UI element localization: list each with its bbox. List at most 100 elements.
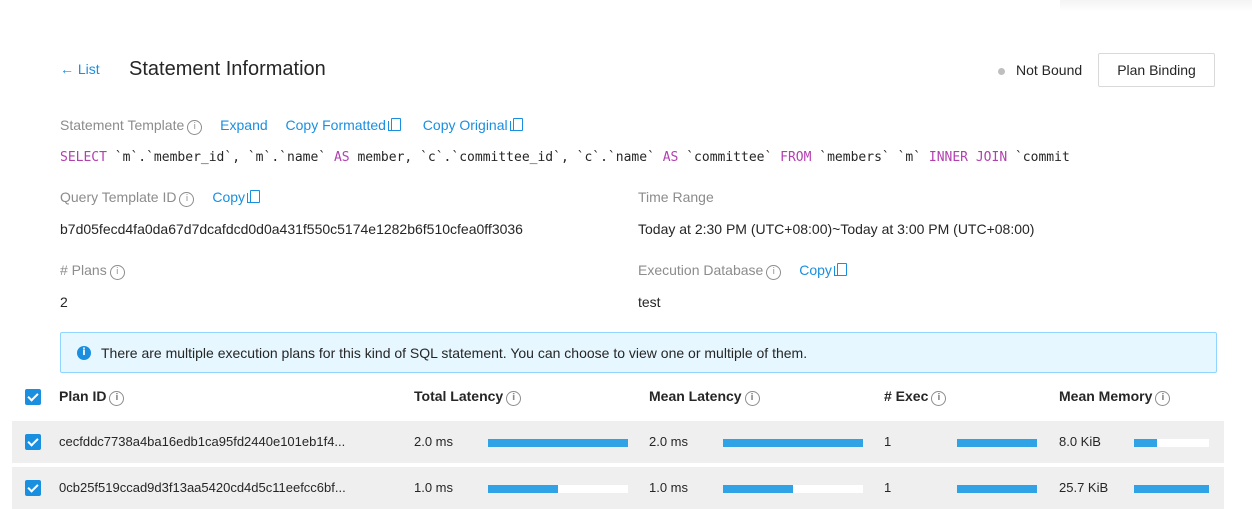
bar-fill bbox=[1134, 439, 1158, 447]
exec-bar bbox=[957, 485, 1037, 493]
info-icon: i bbox=[77, 346, 91, 360]
sql-keyword: INNER bbox=[928, 150, 969, 165]
sql-token: `m` bbox=[897, 150, 922, 165]
info-icon[interactable]: i bbox=[187, 120, 203, 135]
query-template-id-header: Query Template ID i Copy bbox=[60, 189, 261, 207]
copy-query-id-link[interactable]: Copy bbox=[212, 189, 261, 205]
status-dot-icon bbox=[998, 68, 1005, 75]
total-latency-bar bbox=[488, 485, 628, 493]
total-latency-cell: 1.0 ms bbox=[414, 480, 454, 495]
column-header-plan-id[interactable]: Plan ID i bbox=[59, 388, 125, 406]
exec-bar bbox=[957, 439, 1037, 447]
sql-token: `commit bbox=[1014, 150, 1070, 165]
select-all-checkbox[interactable] bbox=[25, 389, 41, 405]
query-template-id-label: Query Template ID bbox=[60, 189, 177, 205]
top-shadow bbox=[1060, 0, 1252, 12]
exec-cell: 1 bbox=[884, 434, 892, 449]
info-icon[interactable]: i bbox=[744, 391, 760, 406]
row-checkbox[interactable] bbox=[25, 434, 41, 450]
execution-database-value: test bbox=[638, 294, 661, 310]
bar-fill bbox=[957, 439, 1037, 447]
plans-label: # Plans bbox=[60, 262, 107, 278]
mean-latency-bar bbox=[723, 439, 863, 447]
sql-token: `committee` bbox=[686, 150, 773, 165]
row-checkbox[interactable] bbox=[25, 480, 41, 496]
plans-value: 2 bbox=[60, 294, 68, 310]
column-header-mean-memory[interactable]: Mean Memory i bbox=[1059, 388, 1171, 406]
execution-database-header: Execution Database i Copy bbox=[638, 262, 847, 280]
back-to-list-link[interactable]: ← List bbox=[60, 61, 100, 77]
page-title: Statement Information bbox=[129, 58, 326, 80]
mean-latency-cell: 2.0 ms bbox=[649, 434, 689, 449]
execution-database-label: Execution Database bbox=[638, 262, 764, 278]
info-icon[interactable]: i bbox=[109, 265, 125, 280]
info-icon[interactable]: i bbox=[506, 391, 522, 406]
copy-formatted-link[interactable]: Copy Formatted bbox=[286, 117, 401, 133]
info-icon[interactable]: i bbox=[109, 391, 125, 406]
multiple-plans-alert: i There are multiple execution plans for… bbox=[60, 332, 1217, 373]
expand-link[interactable]: Expand bbox=[220, 117, 267, 133]
plans-header: # Plans i bbox=[60, 262, 125, 280]
mean-latency-cell: 1.0 ms bbox=[649, 480, 689, 495]
mean-memory-bar bbox=[1134, 439, 1209, 447]
mean-latency-bar bbox=[723, 485, 863, 493]
info-icon[interactable]: i bbox=[1155, 391, 1171, 406]
bar-fill bbox=[488, 439, 628, 447]
sql-keyword: AS bbox=[333, 150, 350, 165]
info-icon[interactable]: i bbox=[766, 265, 782, 280]
bar-fill bbox=[723, 485, 793, 493]
mean-memory-bar bbox=[1134, 485, 1209, 493]
bound-status: Not Bound bbox=[1016, 62, 1083, 78]
sql-keyword: FROM bbox=[780, 150, 812, 165]
statement-template-header: Statement Template i Expand Copy Formatte… bbox=[60, 117, 523, 135]
sql-token: `m`.`name` bbox=[247, 150, 327, 165]
query-template-id-value: b7d05fecd4fa0da67d7dcafdcd0d0a431f550c51… bbox=[60, 221, 523, 237]
info-icon[interactable]: i bbox=[931, 391, 947, 406]
mean-memory-cell: 25.7 KiB bbox=[1059, 480, 1109, 495]
exec-cell: 1 bbox=[884, 480, 892, 495]
plan-id-cell: cecfddc7738a4ba16edb1ca95fd2440e101eb1f4… bbox=[59, 434, 346, 449]
plan-binding-button[interactable]: Plan Binding bbox=[1098, 53, 1215, 87]
sql-keyword: JOIN bbox=[975, 150, 1008, 165]
statement-template-label: Statement Template bbox=[60, 117, 185, 133]
alert-text: There are multiple execution plans for t… bbox=[101, 345, 808, 361]
sql-keyword: AS bbox=[662, 150, 679, 165]
copy-original-link[interactable]: Copy Original bbox=[423, 117, 523, 133]
column-header-mean-latency[interactable]: Mean Latency i bbox=[649, 388, 760, 406]
time-range-value: Today at 2:30 PM (UTC+08:00)~Today at 3:… bbox=[638, 221, 1035, 237]
column-header-total-latency[interactable]: Total Latency i bbox=[414, 388, 522, 406]
info-icon[interactable]: i bbox=[179, 192, 195, 207]
sql-token: member, bbox=[357, 150, 413, 165]
column-header-exec[interactable]: # Exec i bbox=[884, 388, 947, 406]
copy-icon bbox=[833, 263, 847, 276]
sql-token: `m`.`member_id`, bbox=[114, 150, 241, 165]
bar-fill bbox=[957, 485, 1037, 493]
total-latency-cell: 2.0 ms bbox=[414, 434, 454, 449]
bar-fill bbox=[1134, 485, 1209, 493]
total-latency-bar bbox=[488, 439, 628, 447]
bar-fill bbox=[723, 439, 863, 447]
sql-token: `members` bbox=[819, 150, 890, 165]
sql-token: `c`.`committee_id`, bbox=[420, 150, 569, 165]
sql-statement: SELECT `m`.`member_id`, `m`.`name` AS me… bbox=[60, 150, 1217, 165]
sql-keyword: SELECT bbox=[60, 150, 107, 165]
mean-memory-cell: 8.0 KiB bbox=[1059, 434, 1101, 449]
bar-fill bbox=[488, 485, 558, 493]
table-row[interactable]: 0cb25f519ccad9d3f13aa5420cd4d5c11eefcc6b… bbox=[12, 467, 1224, 509]
copy-database-link[interactable]: Copy bbox=[799, 262, 847, 278]
sql-token: `c`.`name` bbox=[576, 150, 655, 165]
plan-id-cell: 0cb25f519ccad9d3f13aa5420cd4d5c11eefcc6b… bbox=[59, 480, 346, 495]
copy-icon bbox=[387, 118, 401, 131]
table-row[interactable]: cecfddc7738a4ba16edb1ca95fd2440e101eb1f4… bbox=[12, 421, 1224, 463]
